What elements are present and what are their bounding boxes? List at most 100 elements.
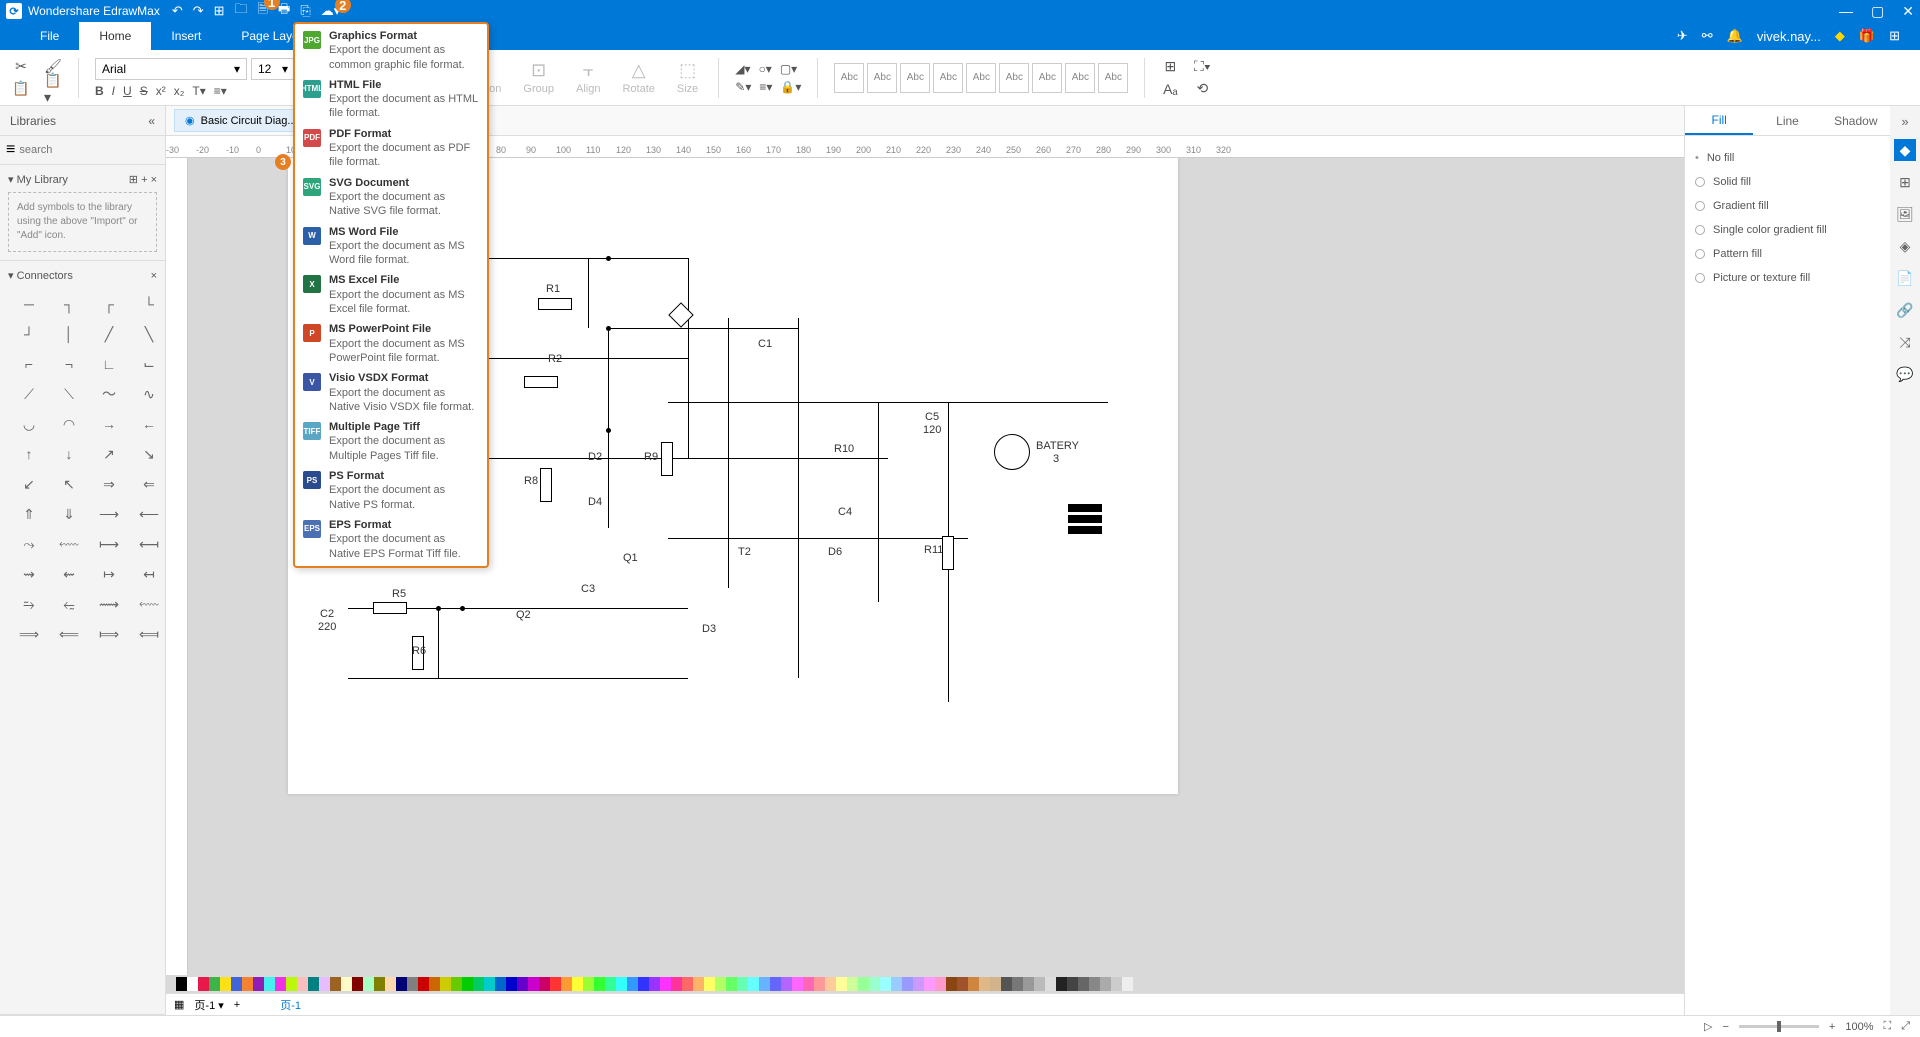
rtab-grid-icon[interactable]: ⊞ [1894, 171, 1916, 193]
page-tab-1[interactable]: 页-1 [280, 997, 301, 1013]
subscript-icon[interactable]: x₂ [174, 84, 185, 98]
connectors-title[interactable]: ▾ Connectors [8, 269, 73, 282]
user-name[interactable]: vivek.nay... [1757, 29, 1821, 44]
connector-shape[interactable]: ↦ [92, 562, 126, 586]
color-swatch[interactable] [330, 977, 341, 991]
minimize-icon[interactable]: — [1839, 3, 1853, 20]
style-preset[interactable]: Abc [966, 63, 996, 93]
color-swatch[interactable] [220, 977, 231, 991]
rtab-style-icon[interactable]: ◆ [1894, 139, 1916, 161]
export-option[interactable]: SVGSVG DocumentExport the document as Na… [295, 173, 487, 222]
rtab-line[interactable]: Line [1753, 106, 1821, 135]
color-swatch[interactable] [946, 977, 957, 991]
apps-icon[interactable]: ⊞ [1889, 28, 1900, 44]
connector-shape[interactable]: ⌙ [132, 352, 165, 376]
connector-shape[interactable]: ～ [92, 382, 126, 406]
color-swatch[interactable] [924, 977, 935, 991]
color-swatch[interactable] [308, 977, 319, 991]
diamond-icon[interactable]: ◆ [1835, 28, 1845, 44]
line-weight-icon[interactable]: ≡▾ [759, 80, 772, 94]
color-swatch[interactable] [726, 977, 737, 991]
play-icon[interactable]: ▷ [1704, 1020, 1712, 1033]
connector-shape[interactable]: ⇒ [92, 472, 126, 496]
color-swatch[interactable] [616, 977, 627, 991]
color-swatch[interactable] [693, 977, 704, 991]
zoom-out-icon[interactable]: − [1722, 1021, 1728, 1033]
zoom-value[interactable]: 100% [1845, 1021, 1873, 1033]
share-icon[interactable]: ☁▾2 [321, 3, 341, 19]
connector-shape[interactable]: ╲ [132, 322, 165, 346]
connector-shape[interactable]: ↑ [12, 442, 46, 466]
color-swatch[interactable] [605, 977, 616, 991]
export-option[interactable]: PMS PowerPoint FileExport the document a… [295, 319, 487, 368]
color-swatch[interactable] [671, 977, 682, 991]
color-swatch[interactable] [737, 977, 748, 991]
color-swatch[interactable] [407, 977, 418, 991]
color-swatch[interactable] [759, 977, 770, 991]
add-page-icon[interactable]: + [234, 999, 240, 1011]
underline-icon[interactable]: U [123, 84, 132, 98]
color-swatch[interactable] [913, 977, 924, 991]
add-icon[interactable]: + [141, 174, 147, 186]
connector-shape[interactable]: ↓ [52, 442, 86, 466]
color-palette[interactable] [176, 977, 1674, 991]
style-preset[interactable]: Abc [900, 63, 930, 93]
italic-icon[interactable]: I [112, 84, 115, 98]
color-swatch[interactable] [638, 977, 649, 991]
style-preset[interactable]: Abc [867, 63, 897, 93]
lock-icon[interactable]: 🔒▾ [780, 80, 801, 94]
color-swatch[interactable] [495, 977, 506, 991]
bullets-icon[interactable]: ≡▾ [214, 84, 227, 98]
color-swatch[interactable] [297, 977, 308, 991]
save-icon[interactable]: 🗎1 [258, 0, 268, 22]
color-swatch[interactable] [528, 977, 539, 991]
rtab-image-icon[interactable]: 🖼 [1894, 203, 1916, 225]
export-option[interactable]: HTMLHTML FileExport the document as HTML… [295, 75, 487, 124]
opt-single[interactable]: Single color gradient fill [1695, 218, 1880, 242]
color-swatch[interactable] [1056, 977, 1067, 991]
zoom-in-icon[interactable]: + [1829, 1021, 1835, 1033]
opt-solid[interactable]: Solid fill [1695, 170, 1880, 194]
color-swatch[interactable] [396, 977, 407, 991]
style-gallery[interactable]: AbcAbcAbcAbcAbcAbcAbcAbcAbc [834, 63, 1128, 93]
color-swatch[interactable] [682, 977, 693, 991]
color-swatch[interactable] [506, 977, 517, 991]
rtab-fill[interactable]: Fill [1685, 106, 1753, 135]
connector-shape[interactable]: ⬳ [132, 592, 165, 616]
pages-icon[interactable]: ▦ [174, 998, 184, 1011]
font-select[interactable]: Arial▾ [95, 58, 247, 80]
connector-shape[interactable]: ⟽ [132, 622, 165, 646]
color-swatch[interactable] [561, 977, 572, 991]
connector-shape[interactable]: ↤ [132, 562, 165, 586]
align-tool[interactable]: ⫟Align [568, 61, 608, 95]
text-effects-icon[interactable]: Aₐ [1161, 80, 1179, 98]
opt-pattern[interactable]: Pattern fill [1695, 242, 1880, 266]
color-swatch[interactable] [374, 977, 385, 991]
undo-icon[interactable]: ↶ [172, 3, 183, 19]
connector-shape[interactable]: ◡ [12, 412, 46, 436]
connector-shape[interactable]: ⟾ [92, 622, 126, 646]
connector-shape[interactable]: ⇝ [12, 562, 46, 586]
maximize-icon[interactable]: ▢ [1871, 3, 1884, 20]
color-swatch[interactable] [473, 977, 484, 991]
color-swatch[interactable] [1034, 977, 1045, 991]
connector-shape[interactable]: ↖ [52, 472, 86, 496]
color-swatch[interactable] [451, 977, 462, 991]
color-swatch[interactable] [583, 977, 594, 991]
color-swatch[interactable] [1089, 977, 1100, 991]
color-swatch[interactable] [1111, 977, 1122, 991]
rtab-link-icon[interactable]: 🔗 [1894, 299, 1916, 321]
color-swatch[interactable] [660, 977, 671, 991]
export-option[interactable]: EPSEPS FormatExport the document as Nati… [295, 515, 487, 564]
connector-shape[interactable]: ◠ [52, 412, 86, 436]
opt-gradient[interactable]: Gradient fill [1695, 194, 1880, 218]
strike-icon[interactable]: S [140, 84, 148, 98]
redo-icon[interactable]: ↷ [193, 3, 204, 19]
filter-icon[interactable]: ≡ [6, 141, 15, 159]
color-swatch[interactable] [869, 977, 880, 991]
connector-shape[interactable]: ⥳ [52, 592, 86, 616]
crop-icon[interactable]: ⛶▾ [1193, 58, 1211, 76]
paste-icon[interactable]: 📋▾ [44, 80, 62, 98]
color-swatch[interactable] [539, 977, 550, 991]
color-swatch[interactable] [748, 977, 759, 991]
